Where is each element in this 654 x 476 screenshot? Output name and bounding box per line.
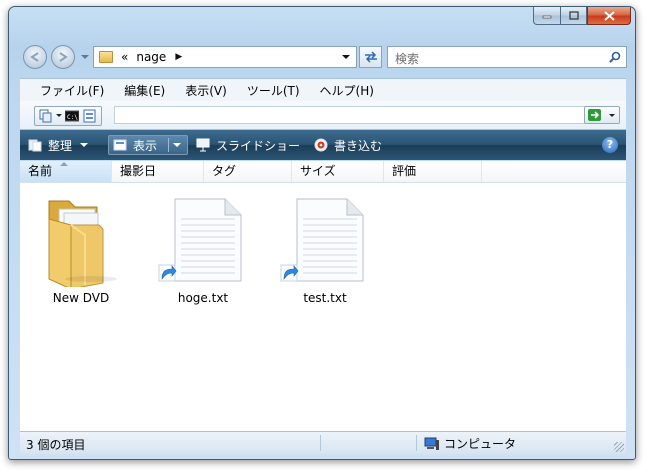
command-input[interactable] xyxy=(114,106,592,124)
organize-dropdown-icon xyxy=(80,143,89,147)
go-arrow-icon xyxy=(588,109,601,121)
search-box[interactable]: 検索 xyxy=(387,46,627,68)
item-name: New DVD xyxy=(52,291,110,305)
column-name[interactable]: 名前 xyxy=(20,161,112,182)
column-name-label: 名前 xyxy=(28,164,53,178)
refresh-button[interactable] xyxy=(359,46,382,68)
copy-dropdown-icon[interactable] xyxy=(55,113,63,119)
column-tags[interactable]: タグ xyxy=(204,161,292,182)
address-separator[interactable]: ▶ xyxy=(175,52,182,62)
menu-help[interactable]: ヘルプ(H) xyxy=(320,82,374,99)
column-size[interactable]: サイズ xyxy=(292,161,384,182)
search-icon[interactable] xyxy=(609,51,621,63)
minimize-icon xyxy=(542,15,552,18)
status-divider xyxy=(320,435,321,451)
back-arrow-icon xyxy=(30,52,39,62)
column-rating[interactable]: 評価 xyxy=(384,161,482,182)
item-name: hoge.txt xyxy=(177,291,229,305)
resize-grip[interactable] xyxy=(614,442,624,452)
slideshow-button[interactable]: スライドショー xyxy=(196,135,300,155)
view-button[interactable]: 表示 xyxy=(108,135,188,155)
forward-arrow-icon xyxy=(59,52,68,62)
column-tags-label: タグ xyxy=(212,164,237,178)
command-row: C:\ xyxy=(20,101,626,130)
view-dropdown-icon[interactable] xyxy=(173,143,181,147)
maximize-icon xyxy=(568,11,579,20)
address-bar[interactable]: « nage ▶ xyxy=(93,46,357,68)
status-divider xyxy=(416,435,417,451)
status-bar: 3 個の項目 コンピュータ xyxy=(20,431,626,454)
text-file-shortcut-icon xyxy=(158,198,242,282)
menu-tools[interactable]: ツール(T) xyxy=(247,82,300,99)
properties-icon[interactable] xyxy=(83,109,97,123)
slideshow-label: スライドショー xyxy=(216,138,301,153)
text-file-shortcut-icon xyxy=(280,198,364,282)
back-button[interactable] xyxy=(23,45,47,69)
list-item[interactable]: test.txt xyxy=(275,195,375,305)
refresh-icon xyxy=(364,51,377,63)
organize-button[interactable]: 整理 xyxy=(28,135,89,155)
forward-button[interactable] xyxy=(51,45,75,69)
close-icon xyxy=(603,10,615,21)
column-size-label: サイズ xyxy=(300,164,336,178)
address-path[interactable]: nage xyxy=(136,50,166,64)
column-rating-label: 評価 xyxy=(392,164,417,178)
menu-view[interactable]: 表示(V) xyxy=(185,82,227,99)
menu-edit[interactable]: 編集(E) xyxy=(124,82,165,99)
address-row: « nage ▶ 検索 xyxy=(9,42,635,76)
folder-icon xyxy=(99,51,113,63)
sort-ascending-icon xyxy=(60,162,68,166)
explorer-window: « nage ▶ 検索 ファイル(F) 編集(E) 表示(V) ツール(T) ヘ… xyxy=(8,6,636,460)
svg-text:C:\: C:\ xyxy=(67,114,78,121)
menu-bar: ファイル(F) 編集(E) 表示(V) ツール(T) ヘルプ(H) xyxy=(20,78,626,101)
item-count: 3 個の項目 xyxy=(26,438,86,452)
computer-icon xyxy=(424,437,439,450)
organize-label: 整理 xyxy=(48,138,73,153)
maximize-button[interactable] xyxy=(560,7,587,25)
column-header: 名前 撮影日 タグ サイズ 評価 xyxy=(20,161,626,183)
go-dropdown-icon[interactable] xyxy=(609,114,615,117)
slideshow-icon xyxy=(196,138,210,152)
command-bar: 整理 表示 スライドショー 書き込む ? xyxy=(20,130,626,160)
search-placeholder: 検索 xyxy=(395,52,420,66)
go-button[interactable] xyxy=(584,106,620,124)
column-date-taken-label: 撮影日 xyxy=(120,164,157,178)
burn-disc-icon xyxy=(314,138,328,152)
command-prompt-icon[interactable]: C:\ xyxy=(65,109,79,123)
copy-icon[interactable] xyxy=(39,109,53,123)
help-icon[interactable]: ? xyxy=(602,137,618,153)
recent-pages-dropdown[interactable] xyxy=(81,55,89,59)
burn-label: 書き込む xyxy=(334,138,383,153)
list-item[interactable]: hoge.txt xyxy=(153,195,253,305)
column-date-taken[interactable]: 撮影日 xyxy=(112,161,204,182)
status-location: コンピュータ xyxy=(424,435,516,452)
organize-icon xyxy=(28,139,42,152)
address-dropdown[interactable] xyxy=(342,55,350,59)
burn-button[interactable]: 書き込む xyxy=(314,135,382,155)
address-overflow[interactable]: « xyxy=(121,50,128,64)
close-button[interactable] xyxy=(587,7,631,25)
minimize-button[interactable] xyxy=(533,7,560,25)
folder-icon xyxy=(48,200,117,290)
command-toolbar: C:\ xyxy=(34,106,102,126)
caption-buttons xyxy=(533,7,631,25)
view-label: 表示 xyxy=(133,138,158,153)
view-icon xyxy=(113,139,127,151)
location-label: コンピュータ xyxy=(444,437,517,451)
menu-file[interactable]: ファイル(F) xyxy=(40,82,104,99)
file-list: 名前 撮影日 タグ サイズ 評価 New DVD hoge.txt test.t… xyxy=(20,161,626,431)
item-name: test.txt xyxy=(303,291,347,305)
list-item[interactable]: New DVD xyxy=(31,195,131,305)
